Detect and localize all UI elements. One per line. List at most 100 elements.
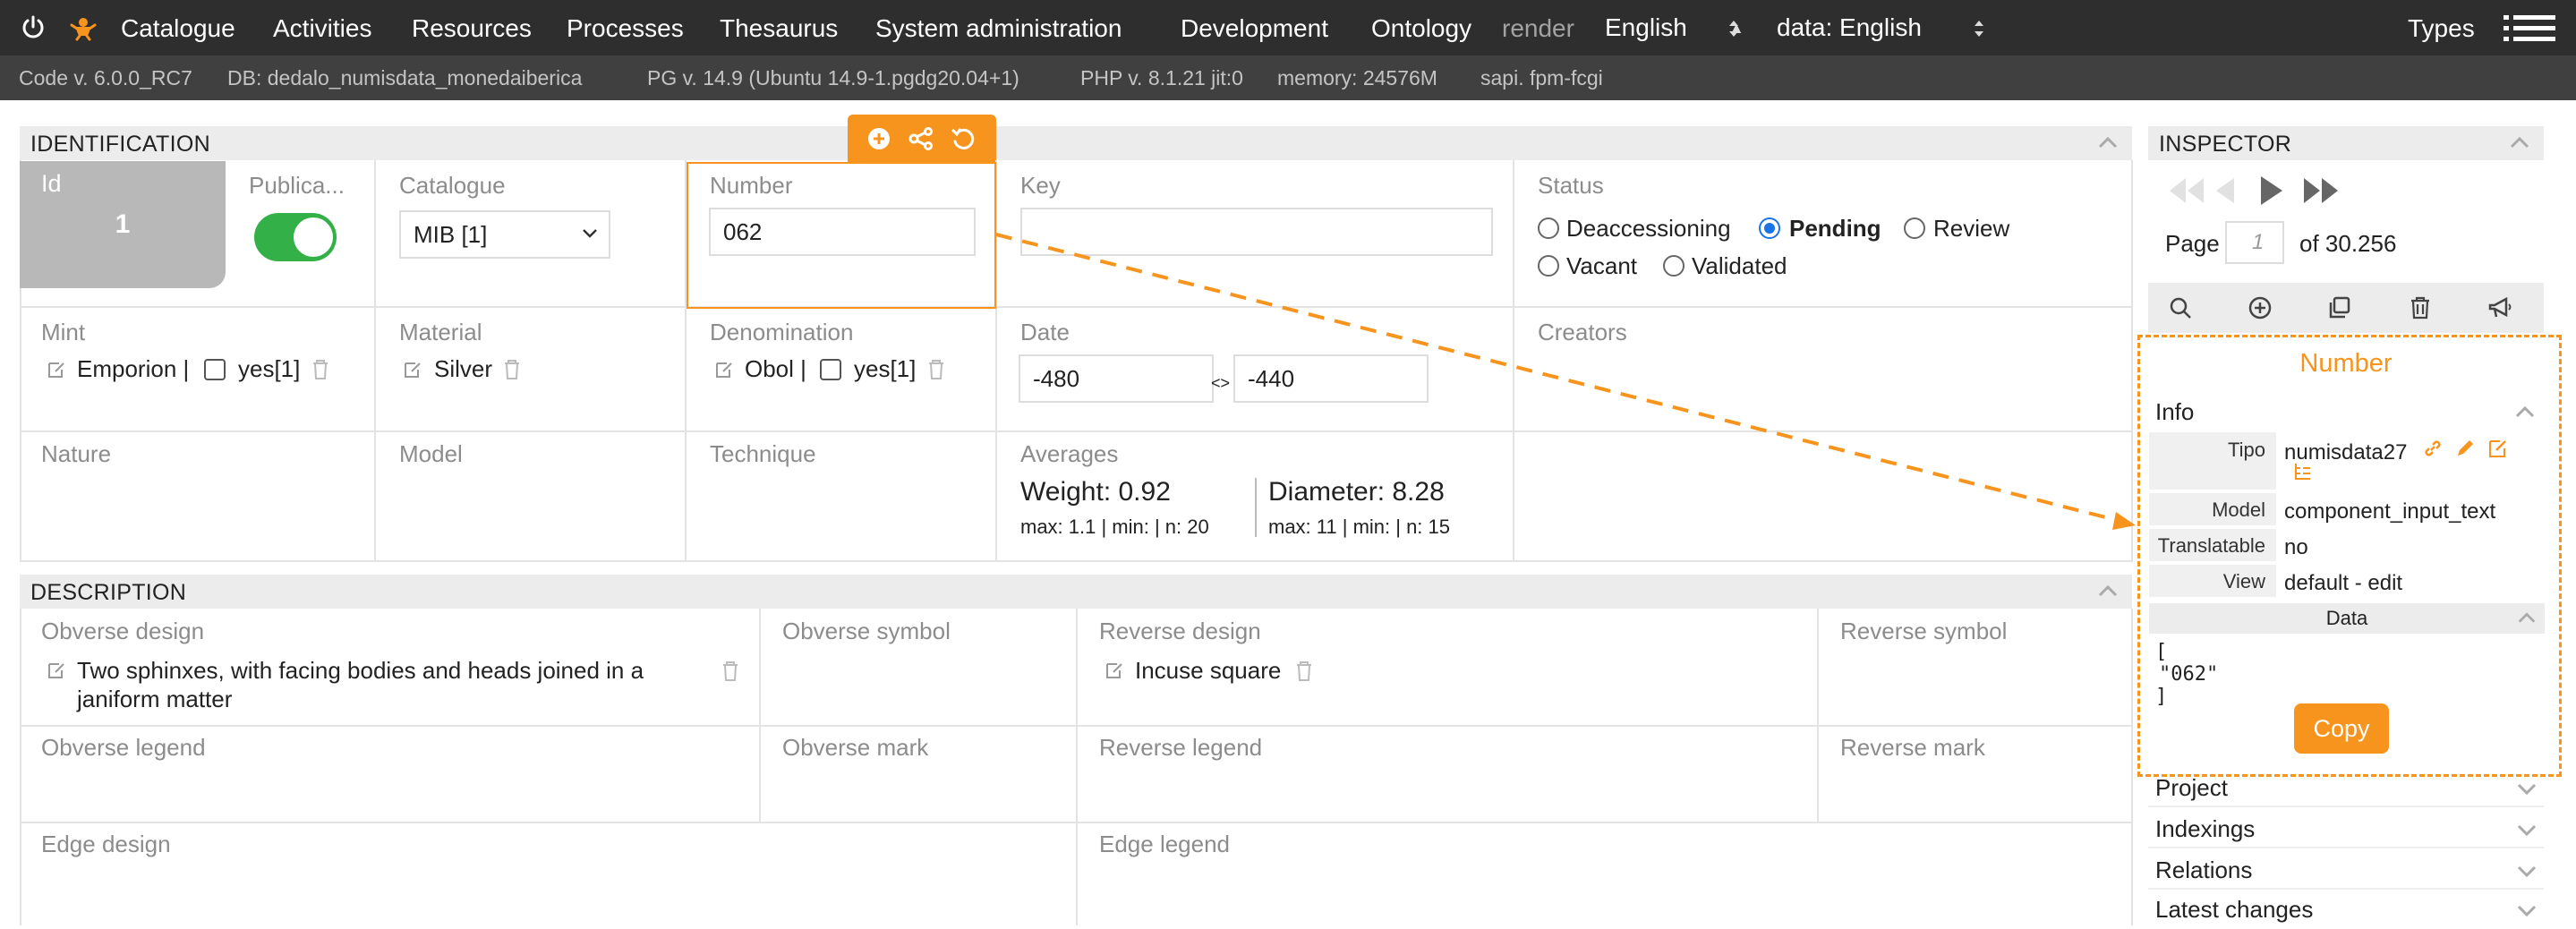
power-icon[interactable] [20, 14, 47, 41]
pencil-icon[interactable] [2454, 438, 2476, 459]
menu-item-catalogue[interactable]: Catalogue [121, 0, 235, 55]
divider [20, 822, 2132, 823]
number-input-value: 062 [723, 218, 763, 245]
edit-note-icon[interactable] [714, 360, 734, 379]
date-to-input[interactable]: -440 [1233, 354, 1429, 403]
catalogue-select[interactable]: MIB [1] [399, 210, 610, 259]
inspector-section-relations[interactable]: Relations [2148, 850, 2544, 890]
number-input[interactable]: 062 [709, 208, 976, 256]
diameter-stats: max: 11 | min: | n: 15 [1268, 516, 1450, 538]
publication-toggle[interactable] [254, 213, 337, 261]
data-language-select[interactable]: data: English [1777, 0, 1992, 55]
chevron-up-icon[interactable] [2516, 608, 2538, 629]
trash-icon[interactable] [927, 359, 945, 380]
copy-button[interactable]: Copy [2294, 703, 2389, 754]
menu-item-development[interactable]: Development [1181, 0, 1328, 55]
status-radio-deaccessioning[interactable] [1538, 217, 1559, 239]
next-page-icon[interactable] [2259, 175, 2284, 207]
chevron-down-icon[interactable] [2515, 818, 2538, 841]
data-label: Data [2325, 607, 2368, 629]
select-arrows-icon [1729, 21, 1738, 37]
trash-icon[interactable] [311, 359, 329, 380]
id-label: Id [41, 170, 62, 197]
divider [20, 725, 2132, 727]
add-circle-icon[interactable] [2248, 295, 2273, 320]
types-button[interactable]: Types [2408, 0, 2475, 55]
denomination-value[interactable]: Obol | [745, 355, 806, 383]
dedalo-logo-icon[interactable] [68, 13, 98, 43]
reverse-symbol-label: Reverse symbol [1840, 618, 2008, 644]
menu-item-ontology[interactable]: Ontology [1371, 0, 1471, 55]
denomination-checkbox[interactable] [820, 359, 841, 380]
search-icon[interactable] [2168, 295, 2193, 320]
status-radio-vacant[interactable] [1538, 255, 1559, 277]
divider [1513, 160, 1514, 562]
reverse-design-value[interactable]: Incuse square [1135, 657, 1281, 685]
edit-note-icon[interactable] [403, 360, 422, 379]
identification-section-header[interactable]: IDENTIFICATION [20, 126, 2132, 160]
inspector-header[interactable]: INSPECTOR [2148, 126, 2544, 160]
chevron-up-icon[interactable] [2096, 132, 2120, 155]
inspector-section-latest-changes[interactable]: Latest changes [2148, 890, 2544, 929]
menu-item-activities[interactable]: Activities [273, 0, 371, 55]
page-input[interactable]: 1 [2225, 221, 2284, 264]
description-section-header[interactable]: DESCRIPTION [20, 575, 2132, 609]
chevron-down-icon[interactable] [2515, 777, 2538, 800]
menu-item-render[interactable]: render [1502, 0, 1574, 55]
chevron-down-icon[interactable] [2515, 899, 2538, 922]
data-header[interactable]: Data [2149, 603, 2545, 634]
tree-icon[interactable] [2292, 461, 2314, 482]
view-value: default - edit [2284, 571, 2403, 595]
divider [2131, 609, 2133, 925]
page-total: of 30.256 [2299, 230, 2397, 257]
share-icon[interactable] [908, 125, 934, 152]
status-radio-pending[interactable] [1759, 217, 1780, 239]
info-header[interactable]: Info [2148, 394, 2544, 430]
weight-average: Weight: 0.92 [1020, 477, 1171, 507]
top-menu-bar: Catalogue Activities Resources Processes… [0, 0, 2576, 55]
duplicate-icon[interactable] [2327, 295, 2352, 320]
chevron-up-icon[interactable] [2508, 132, 2531, 155]
reverse-design-label: Reverse design [1099, 618, 1261, 644]
edit-note-icon[interactable] [1105, 661, 1124, 680]
inspector-toolbar [2148, 283, 2544, 333]
obverse-design-value[interactable]: Two sphinxes, with facing bodies and hea… [77, 657, 644, 685]
chevron-down-icon[interactable] [2515, 859, 2538, 882]
trash-icon[interactable] [1295, 661, 1313, 682]
megaphone-icon[interactable] [2486, 295, 2513, 320]
obverse-design-value-cont[interactable]: janiform matter [77, 686, 232, 713]
previous-page-icon[interactable] [2214, 176, 2236, 205]
key-input[interactable] [1020, 208, 1493, 256]
material-value[interactable]: Silver [434, 355, 492, 383]
edit-note-icon[interactable] [47, 661, 66, 680]
delete-icon[interactable] [2408, 295, 2433, 320]
trash-icon[interactable] [503, 359, 521, 380]
section-title: IDENTIFICATION [30, 132, 210, 157]
edit-note-icon[interactable] [2487, 438, 2509, 459]
select-arrows-icon [1975, 21, 1983, 37]
data-value: "062" [2159, 663, 2219, 686]
menu-item-processes[interactable]: Processes [567, 0, 684, 55]
menu-item-resources[interactable]: Resources [412, 0, 532, 55]
menu-item-system-administration[interactable]: System administration [875, 0, 1122, 55]
edit-note-icon[interactable] [47, 360, 66, 379]
add-circle-icon[interactable] [866, 125, 892, 152]
mint-checkbox[interactable] [204, 359, 226, 380]
inspector-section-project[interactable]: Project [2148, 768, 2544, 807]
trash-icon[interactable] [721, 661, 739, 682]
technique-label: Technique [710, 440, 816, 467]
inspector-section-indexings[interactable]: Indexings [2148, 809, 2544, 848]
menu-item-thesaurus[interactable]: Thesaurus [720, 0, 838, 55]
menu-list-icon[interactable] [2503, 14, 2555, 43]
status-radio-validated[interactable] [1663, 255, 1685, 277]
status-radio-review[interactable] [1904, 217, 1925, 239]
last-page-icon[interactable] [2302, 176, 2341, 205]
chevron-up-icon[interactable] [2513, 401, 2537, 424]
chevron-up-icon[interactable] [2096, 580, 2120, 603]
first-page-icon[interactable] [2166, 176, 2205, 205]
reset-icon[interactable] [950, 125, 977, 152]
mint-value[interactable]: Emporion | [77, 355, 189, 383]
mint-label: Mint [41, 319, 86, 345]
link-icon[interactable] [2422, 438, 2444, 459]
date-from-input[interactable]: -480 [1019, 354, 1214, 403]
